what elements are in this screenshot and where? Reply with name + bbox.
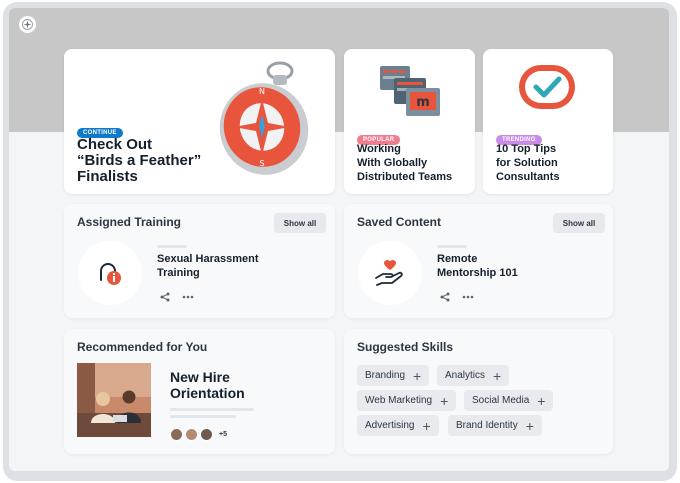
skill-chip-social-media[interactable]: Social Media + [464, 390, 554, 411]
heart-hand-icon [375, 260, 403, 286]
meeting-photo[interactable] [77, 363, 151, 437]
svg-text:m: m [416, 95, 430, 110]
dashboard-screen: CONTINUE Check Out “Birds a Feather” Fin… [9, 8, 669, 471]
recommended-panel: Recommended for You New Hire Orientation… [64, 329, 335, 454]
saved-content-show-all-button[interactable]: Show all [553, 213, 605, 233]
recommended-course-title[interactable]: New Hire Orientation [170, 369, 245, 401]
suggested-skills-heading: Suggested Skills [357, 340, 454, 354]
assigned-training-heading: Assigned Training [77, 215, 182, 229]
saved-content-panel: Saved Content Show all Remote Mentorship… [344, 204, 613, 318]
share-icon[interactable] [440, 292, 450, 302]
screens-illustration-icon: m [380, 66, 440, 116]
placeholder-line [157, 245, 187, 248]
skill-chip-analytics[interactable]: Analytics + [437, 365, 510, 386]
avatar [185, 428, 198, 441]
placeholder-line [170, 408, 254, 411]
checkmark-badge-icon [519, 65, 575, 109]
training-icon-circle [78, 241, 142, 305]
assigned-training-actions [160, 292, 194, 302]
share-icon[interactable] [160, 292, 170, 302]
assigned-training-panel: Assigned Training Show all Sexual Harass… [64, 204, 335, 318]
compass-illustration-icon: S N [219, 61, 309, 175]
add-icon: + [493, 367, 502, 384]
add-icon: + [422, 417, 431, 434]
add-icon: + [440, 392, 449, 409]
more-options-icon[interactable] [182, 295, 194, 299]
assigned-training-item-title[interactable]: Sexual Harassment Training [157, 252, 259, 280]
skill-chip-brand-identity[interactable]: Brand Identity + [448, 415, 542, 436]
skill-chip-branding[interactable]: Branding + [357, 365, 430, 386]
placeholder-line [170, 415, 236, 418]
popular-content-card[interactable]: m POPULAR Working With Globally Distribu… [344, 49, 475, 194]
saved-content-actions [440, 292, 474, 302]
saved-content-item-title[interactable]: Remote Mentorship 101 [437, 252, 518, 280]
suggested-skills-panel: Suggested Skills Branding + Analytics + We… [344, 329, 613, 454]
avatar [200, 428, 213, 441]
skill-chip-advertising[interactable]: Advertising + [357, 415, 439, 436]
saved-content-icon-circle [358, 241, 422, 305]
add-icon: + [525, 417, 534, 434]
recommended-heading: Recommended for You [77, 340, 208, 354]
saved-content-heading: Saved Content [357, 215, 442, 229]
extra-learners-count: +5 [219, 431, 227, 438]
add-icon: + [413, 367, 422, 384]
trending-card-title: 10 Top Tips for Solution Consultants [496, 143, 560, 183]
app-logo-icon[interactable] [19, 16, 36, 33]
more-options-icon[interactable] [462, 295, 474, 299]
lock-alert-icon [100, 263, 121, 285]
featured-hero-card[interactable]: CONTINUE Check Out “Birds a Feather” Fin… [64, 49, 335, 194]
avatar [170, 428, 183, 441]
add-icon: + [537, 392, 546, 409]
learner-avatars[interactable]: +5 [170, 428, 227, 441]
svg-text:N: N [259, 87, 265, 96]
placeholder-line [437, 245, 467, 248]
assigned-training-show-all-button[interactable]: Show all [274, 213, 326, 233]
popular-card-title: Working With Globally Distributed Teams [357, 143, 453, 183]
skill-chip-web-marketing[interactable]: Web Marketing + [357, 390, 457, 411]
trending-content-card[interactable]: TRENDING 10 Top Tips for Solution Consul… [483, 49, 613, 194]
svg-text:S: S [259, 159, 264, 168]
hero-title: Check Out “Birds a Feather” Finalists [77, 136, 202, 185]
